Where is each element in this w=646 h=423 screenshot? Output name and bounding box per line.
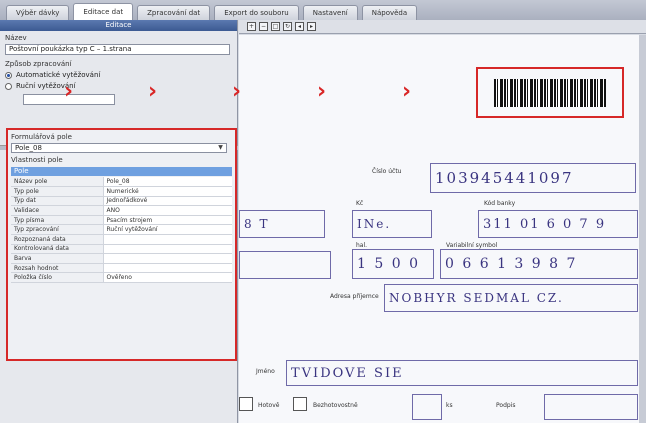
chevron-down-icon[interactable]: ▼	[216, 144, 225, 152]
property-key: Rozsah hodnot	[11, 263, 104, 274]
property-value[interactable]: Pole_08	[103, 177, 232, 188]
name-field[interactable]: TVIDOVE SIE	[286, 360, 638, 386]
selected-property-row[interactable]: Pole	[11, 167, 232, 176]
property-key: Kontrolovaná data	[11, 244, 104, 255]
property-key: Rozpoznaná data	[11, 234, 104, 245]
radio-manual[interactable]	[5, 82, 12, 90]
property-key: Validace	[11, 205, 104, 216]
form-name-section: Název Poštovní poukázka typ C – 1.strana…	[0, 31, 237, 108]
arrow-right-icon: ›	[317, 79, 327, 104]
hal-label: hal.	[356, 242, 368, 249]
property-key: Typ dat	[11, 196, 104, 207]
blank-field[interactable]	[239, 251, 331, 279]
arrow-right-icon: ›	[148, 79, 158, 104]
tab-napoveda[interactable]: Nápověda	[361, 5, 418, 20]
zoom-out-icon[interactable]: −	[259, 22, 268, 31]
kc-field[interactable]: INe.	[352, 210, 432, 238]
property-key: Typ písma	[11, 215, 104, 226]
amount-label: ks	[446, 402, 453, 409]
barcode	[494, 79, 606, 107]
property-key: Název pole	[11, 177, 104, 188]
property-key: Barva	[11, 253, 104, 264]
property-grid: Název pole Pole_08 Typ pole Numerické Typ da…	[11, 177, 232, 284]
properties-group-label: Vlastnosti pole	[11, 156, 63, 164]
property-row[interactable]: Typ dat Jednořádkové	[11, 196, 232, 207]
property-value[interactable]: Psacím strojem	[103, 215, 232, 226]
arrow-right-icon: ›	[232, 79, 242, 104]
property-key: Typ zpracování	[11, 224, 104, 236]
kc-label: Kč	[356, 200, 364, 207]
tab-editace-dat[interactable]: Editace dat	[73, 3, 134, 20]
property-row[interactable]: Typ písma Psacím strojem	[11, 215, 232, 226]
properties-panel: Formulářová pole Pole_08 ▼ Vlastnosti po…	[6, 128, 237, 361]
radio-manual-row[interactable]: Ruční vytěžování	[5, 82, 232, 90]
property-key: Typ pole	[11, 186, 104, 197]
account-field[interactable]: 103945441097	[430, 163, 636, 193]
property-value[interactable]: ANO	[103, 205, 232, 216]
property-row[interactable]: Rozpoznaná data	[11, 234, 232, 245]
document-toolbar: + − □ ↻ ◂ ▸	[239, 20, 646, 34]
top-tab-bar: Výběr dávky Editace dat Zpracování dat E…	[0, 0, 646, 20]
mode-label: Způsob zpracování	[5, 60, 72, 68]
property-row[interactable]: Kontrolovaná data	[11, 244, 232, 255]
property-key: Položka číslo	[11, 272, 104, 284]
zoom-in-icon[interactable]: +	[247, 22, 256, 31]
barcode-region[interactable]	[476, 67, 624, 118]
property-row[interactable]: Rozsah hodnot	[11, 263, 232, 274]
radio-auto-label: Automatické vytěžování	[16, 71, 101, 79]
fields-label: Formulářová pole	[11, 133, 72, 141]
document-scrollbar[interactable]	[639, 35, 646, 423]
panel-title: Editace	[0, 20, 237, 31]
radio-auto-row[interactable]: Automatické vytěžování	[5, 71, 232, 79]
property-value[interactable]: Ruční vytěžování	[103, 224, 232, 236]
variable-label: Variabilní symbol	[446, 242, 498, 249]
name-doc-label: Jméno	[256, 368, 275, 375]
property-value[interactable]: Ověřeno	[103, 272, 232, 284]
fit-page-icon[interactable]: □	[271, 22, 280, 31]
noncash-checkbox[interactable]	[293, 397, 307, 411]
property-value[interactable]	[103, 244, 232, 255]
property-value[interactable]	[103, 253, 232, 264]
property-row[interactable]: Položka číslo Ověřeno	[11, 272, 232, 284]
variable-field[interactable]: 0 6 6 1 3 9 8 7	[440, 249, 638, 279]
tab-nastaveni[interactable]: Nastavení	[302, 5, 358, 20]
property-row[interactable]: Barva	[11, 253, 232, 264]
signature-label: Podpis	[496, 402, 516, 409]
rotate-icon[interactable]: ↻	[283, 22, 292, 31]
property-row[interactable]: Typ pole Numerické	[11, 186, 232, 197]
tab-export[interactable]: Export do souboru	[214, 5, 299, 20]
noncash-label: Bezhotovostně	[313, 402, 358, 409]
form-name-field[interactable]: Poštovní poukázka typ C – 1.strana	[5, 44, 230, 55]
field-select[interactable]: Pole_08 ▼	[11, 143, 227, 153]
field-select-value: Pole_08	[15, 144, 42, 152]
recipient-label: Adresa příjemce	[330, 293, 379, 300]
property-value[interactable]: Numerické	[103, 186, 232, 197]
cash-checkbox[interactable]	[239, 397, 253, 411]
tab-vyber-davky[interactable]: Výběr dávky	[6, 5, 70, 20]
property-row[interactable]: Název pole Pole_08	[11, 177, 232, 188]
tab-zpracovani-dat[interactable]: Zpracování dat	[137, 5, 211, 20]
next-page-icon[interactable]: ▸	[307, 22, 316, 31]
partial-field[interactable]: 8 T	[239, 210, 325, 238]
amount-box[interactable]	[412, 394, 442, 420]
radio-auto[interactable]	[5, 71, 12, 79]
arrow-right-icon: ›	[402, 79, 412, 104]
property-row[interactable]: Typ zpracování Ruční vytěžování	[11, 224, 232, 236]
bank-code-label: Kód banky	[484, 200, 516, 207]
hal-field[interactable]: 1 5 0 0	[352, 249, 434, 279]
arrow-right-icon: ›	[64, 79, 74, 104]
name-label: Název	[5, 34, 27, 42]
signature-field[interactable]	[544, 394, 638, 420]
cash-label: Hotově	[258, 402, 280, 409]
account-label: Číslo účtu	[372, 168, 402, 175]
previous-page-icon[interactable]: ◂	[295, 22, 304, 31]
property-value[interactable]	[103, 234, 232, 245]
property-value[interactable]: Jednořádkové	[103, 196, 232, 207]
property-value[interactable]	[103, 263, 232, 274]
property-row[interactable]: Validace ANO	[11, 205, 232, 216]
recipient-field[interactable]: NOBHYR SEDMAL CZ.	[384, 284, 638, 312]
bank-code-field[interactable]: 311 01 6 0 7 9	[478, 210, 638, 238]
